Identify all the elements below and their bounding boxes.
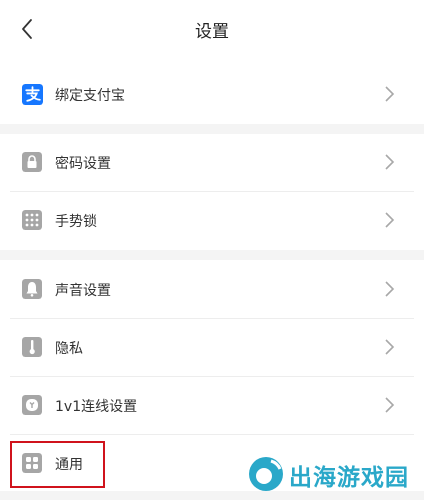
settings-item-label: 绑定支付宝 [55,88,125,104]
lock-icon [22,152,42,172]
top-bar: 设置 [0,0,424,58]
chevron-right-icon [385,154,395,170]
section-gap [0,250,424,260]
watermark: 出海游戏园 [247,454,423,494]
settings-item-alipay[interactable]: 绑定支付宝 [0,66,424,122]
privacy-icon [22,337,42,357]
settings-item-label: 密码设置 [55,156,111,172]
settings-item-label: 手势锁 [55,214,97,230]
settings-item-gesture-lock[interactable]: 手势锁 [0,192,424,248]
chevron-right-icon [385,281,395,297]
settings-item-1v1-connect[interactable]: 1v1连线设置 [0,377,424,434]
page-title: 设置 [195,22,229,42]
watermark-logo-icon [249,457,283,491]
gesture-grid-icon [22,210,42,230]
chevron-right-icon [385,212,395,228]
settings-item-label: 声音设置 [55,283,111,299]
chevron-right-icon [385,339,395,355]
connect-call-icon [22,395,42,415]
settings-item-sound[interactable]: 声音设置 [0,260,424,318]
watermark-text: 出海游戏园 [289,465,409,491]
settings-item-label: 隐私 [55,341,83,357]
bell-icon [22,279,42,299]
chevron-right-icon [385,86,395,102]
settings-item-privacy[interactable]: 隐私 [0,319,424,376]
settings-item-password[interactable]: 密码设置 [0,134,424,190]
highlight-box [10,441,105,488]
section-gap [0,124,424,134]
alipay-icon [22,84,43,105]
chevron-right-icon [385,397,395,413]
settings-item-label: 1v1连线设置 [55,399,138,415]
